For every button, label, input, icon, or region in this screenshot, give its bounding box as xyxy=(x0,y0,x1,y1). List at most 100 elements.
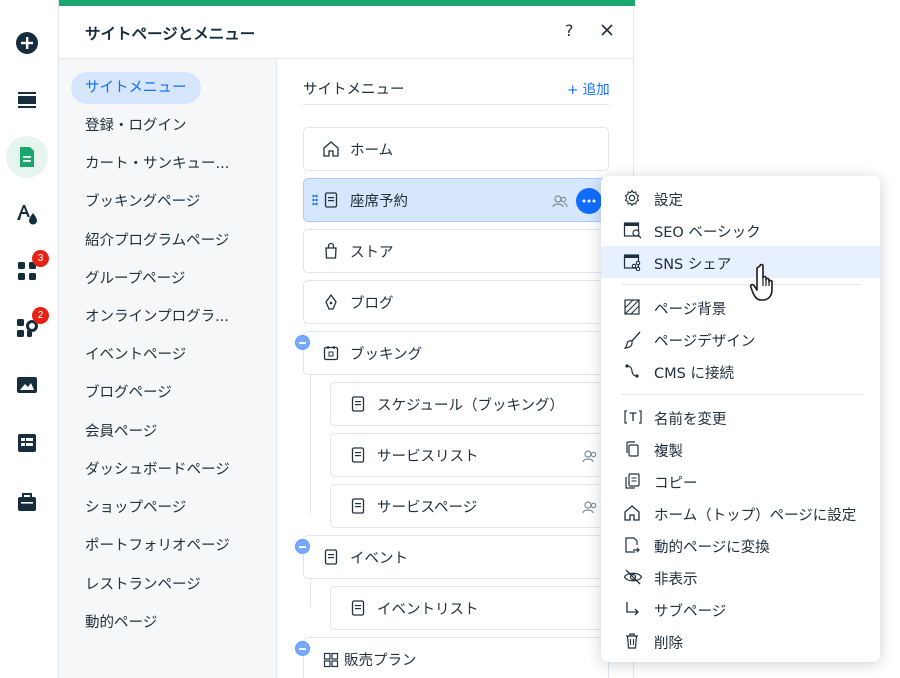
category-site-menu[interactable]: サイトメニュー xyxy=(71,72,201,104)
page-item-home[interactable]: ホーム xyxy=(303,127,609,171)
collapse-events-toggle[interactable] xyxy=(295,539,310,554)
sections-button[interactable] xyxy=(6,79,48,121)
page-item-service-page[interactable]: サービスページ xyxy=(330,484,609,528)
page-icon xyxy=(351,498,365,514)
collapse-pricing-toggle[interactable] xyxy=(295,641,310,656)
pages-button[interactable] xyxy=(6,136,48,178)
category-member-pages[interactable]: 会員ページ xyxy=(71,416,171,448)
page-item-events[interactable]: イベント xyxy=(303,535,609,579)
page-item-event-list[interactable]: イベントリスト xyxy=(330,586,609,630)
connect-icon xyxy=(625,364,639,378)
menu-item-rename[interactable]: 名前を変更 xyxy=(601,401,880,433)
menu-item-label: 非表示 xyxy=(654,572,698,588)
cms-button[interactable] xyxy=(6,422,48,464)
category-blog-pages[interactable]: ブログページ xyxy=(71,377,186,409)
menu-item-label: コピー xyxy=(654,476,698,492)
page-label: 販売プラン xyxy=(344,653,417,669)
more-horizontal-icon xyxy=(582,199,596,203)
portfolio-button[interactable] xyxy=(6,481,48,523)
home-icon xyxy=(624,505,640,521)
page-item-bookings[interactable]: ブッキング xyxy=(303,331,609,375)
page-label: サービスページ xyxy=(377,499,478,516)
media-button[interactable] xyxy=(6,364,48,406)
page-item-blog[interactable]: ブログ xyxy=(303,280,609,324)
category-referral-pages[interactable]: 紹介プログラムページ xyxy=(71,225,243,257)
collapse-bookings-toggle[interactable] xyxy=(295,335,310,350)
category-signup-login[interactable]: 登録・ログイン xyxy=(71,110,201,142)
page-label: ブッキング xyxy=(350,346,423,363)
menu-item-social-share[interactable]: SNS シェア xyxy=(601,246,880,278)
page-label: スケジュール（ブッキング） xyxy=(377,397,565,414)
members-only-icon xyxy=(582,501,597,514)
category-restaurant-pages[interactable]: レストランページ xyxy=(71,569,215,601)
menu-item-label: ページ背景 xyxy=(654,302,727,318)
page-more-actions-button[interactable] xyxy=(576,188,602,214)
category-dashboard-pages[interactable]: ダッシュボードページ xyxy=(71,454,244,486)
menu-item-delete[interactable]: 削除 xyxy=(601,625,880,657)
menu-item-connect-cms[interactable]: CMS に接続 xyxy=(601,355,880,387)
page-item-store[interactable]: ストア xyxy=(303,229,609,273)
duplicate-icon xyxy=(626,441,639,457)
menu-item-page-background[interactable]: ページ背景 xyxy=(601,291,880,323)
page-label: ブログ xyxy=(350,295,394,312)
business-apps-notification-badge: 2 xyxy=(32,307,49,324)
menu-item-label: 動的ページに変換 xyxy=(654,540,770,556)
page-icon xyxy=(351,396,365,412)
portfolio-icon xyxy=(18,493,36,511)
category-cart-thankyou[interactable]: カート・サンキュー... xyxy=(71,148,243,180)
menu-item-label: サブページ xyxy=(654,604,727,620)
pen-icon xyxy=(325,293,337,310)
menu-item-convert-dynamic[interactable]: 動的ページに変換 xyxy=(601,529,880,561)
sections-icon xyxy=(18,92,36,108)
drag-handle-icon[interactable] xyxy=(312,194,318,206)
help-button[interactable]: ? xyxy=(565,21,574,40)
menu-item-settings[interactable]: 設定 xyxy=(601,182,880,214)
menu-item-copy[interactable]: コピー xyxy=(601,465,880,497)
page-item-schedule-bookings[interactable]: スケジュール（ブッキング） xyxy=(330,382,609,426)
add-page-button[interactable]: + 追加 xyxy=(567,78,610,98)
category-event-pages[interactable]: イベントページ xyxy=(71,339,200,371)
pages-divider xyxy=(303,104,609,105)
close-icon[interactable] xyxy=(599,22,615,38)
add-elements-button[interactable] xyxy=(6,22,48,64)
menu-item-seo-basics[interactable]: SEO ベーシック xyxy=(601,214,880,246)
menu-divider xyxy=(621,284,861,285)
page-label: イベントリスト xyxy=(377,601,479,618)
page-label: ストア xyxy=(350,244,394,261)
grid-icon xyxy=(323,652,339,667)
page-item-service-list[interactable]: サービスリスト xyxy=(330,433,609,477)
brush-icon xyxy=(623,331,641,349)
page-categories-list: サイトメニュー 登録・ログイン カート・サンキュー... ブッキングページ 紹介… xyxy=(59,59,277,678)
business-apps-button[interactable]: 2 xyxy=(6,307,49,349)
tree-line-bookings xyxy=(310,351,311,513)
menu-item-subpage[interactable]: サブページ xyxy=(601,593,880,625)
menu-item-label: 名前を変更 xyxy=(654,412,727,428)
theme-button[interactable] xyxy=(6,193,48,235)
category-shop-pages[interactable]: ショップページ xyxy=(71,492,200,524)
bag-icon xyxy=(325,242,337,259)
menu-item-set-as-homepage[interactable]: ホーム（トップ）ページに設定 xyxy=(601,497,880,529)
category-group-pages[interactable]: グループページ xyxy=(71,263,199,295)
social-share-icon xyxy=(623,254,641,271)
menu-item-label: 複製 xyxy=(654,444,683,460)
category-portfolio-pages[interactable]: ポートフォリオページ xyxy=(71,530,244,562)
page-item-pricing-plans[interactable]: 販売プラン xyxy=(303,637,609,678)
page-item-seat-reservation[interactable]: 座席予約 xyxy=(303,178,609,222)
category-dynamic-pages[interactable]: 動的ページ xyxy=(71,607,171,639)
menu-item-duplicate[interactable]: 複製 xyxy=(601,433,880,465)
members-only-icon xyxy=(582,450,597,463)
menu-item-page-design[interactable]: ページデザイン xyxy=(601,323,880,355)
site-pages-panel: サイトページとメニュー ? サイトメニュー 登録・ログイン カート・サンキュー.… xyxy=(58,0,635,678)
apps-button[interactable]: 3 xyxy=(6,250,49,292)
seo-icon xyxy=(623,222,642,239)
menu-item-hide[interactable]: 非表示 xyxy=(601,561,880,593)
menu-divider xyxy=(621,394,861,395)
category-booking-pages[interactable]: ブッキングページ xyxy=(71,186,214,218)
category-online-programs[interactable]: オンラインプログラ... xyxy=(71,301,243,333)
site-menu-heading: サイトメニュー xyxy=(303,82,405,98)
menu-item-label: SNS シェア xyxy=(654,257,732,273)
cms-icon xyxy=(18,434,36,452)
menu-item-label: ホーム（トップ）ページに設定 xyxy=(654,508,857,524)
editor-left-rail: 3 2 xyxy=(0,0,56,678)
convert-icon xyxy=(625,537,640,553)
